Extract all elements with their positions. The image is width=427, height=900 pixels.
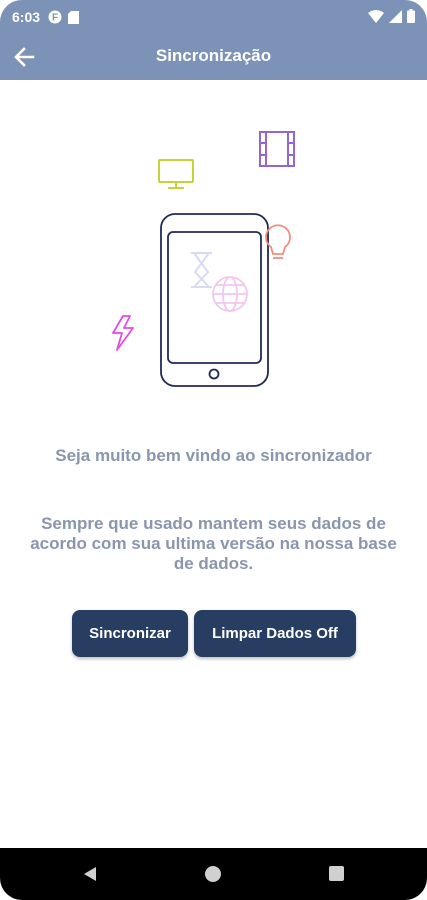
monitor-icon [158, 159, 194, 189]
wifi-icon [368, 9, 384, 23]
description-text: Sempre que usado mantem seus dados de ac… [30, 514, 397, 573]
nav-recents-icon[interactable] [329, 866, 344, 881]
app-notification-icon: F [48, 10, 62, 24]
sync-illustration [112, 131, 295, 387]
welcome-heading: Seja muito bem vindo ao sincronizador [55, 446, 372, 465]
battery-icon [407, 9, 415, 23]
status-bar: 6:03 F [0, 0, 427, 34]
film-icon [259, 131, 295, 167]
lightning-icon [112, 315, 134, 351]
clear-offline-data-button[interactable]: Limpar Dados Off [194, 610, 356, 657]
globe-icon [212, 276, 248, 312]
signal-icon [389, 9, 402, 23]
hourglass-icon [191, 252, 212, 288]
system-nav-bar [0, 848, 427, 900]
svg-text:F: F [52, 13, 58, 24]
nav-back-icon[interactable] [82, 866, 98, 882]
lightbulb-icon [265, 224, 291, 259]
page-title: Sincronização [155, 46, 272, 65]
sync-button[interactable]: Sincronizar [72, 610, 188, 657]
nav-home-icon[interactable] [205, 866, 221, 882]
sd-card-icon [68, 10, 80, 24]
status-time: 6:03 [12, 9, 41, 25]
app-bar: Sincronização [0, 34, 427, 80]
